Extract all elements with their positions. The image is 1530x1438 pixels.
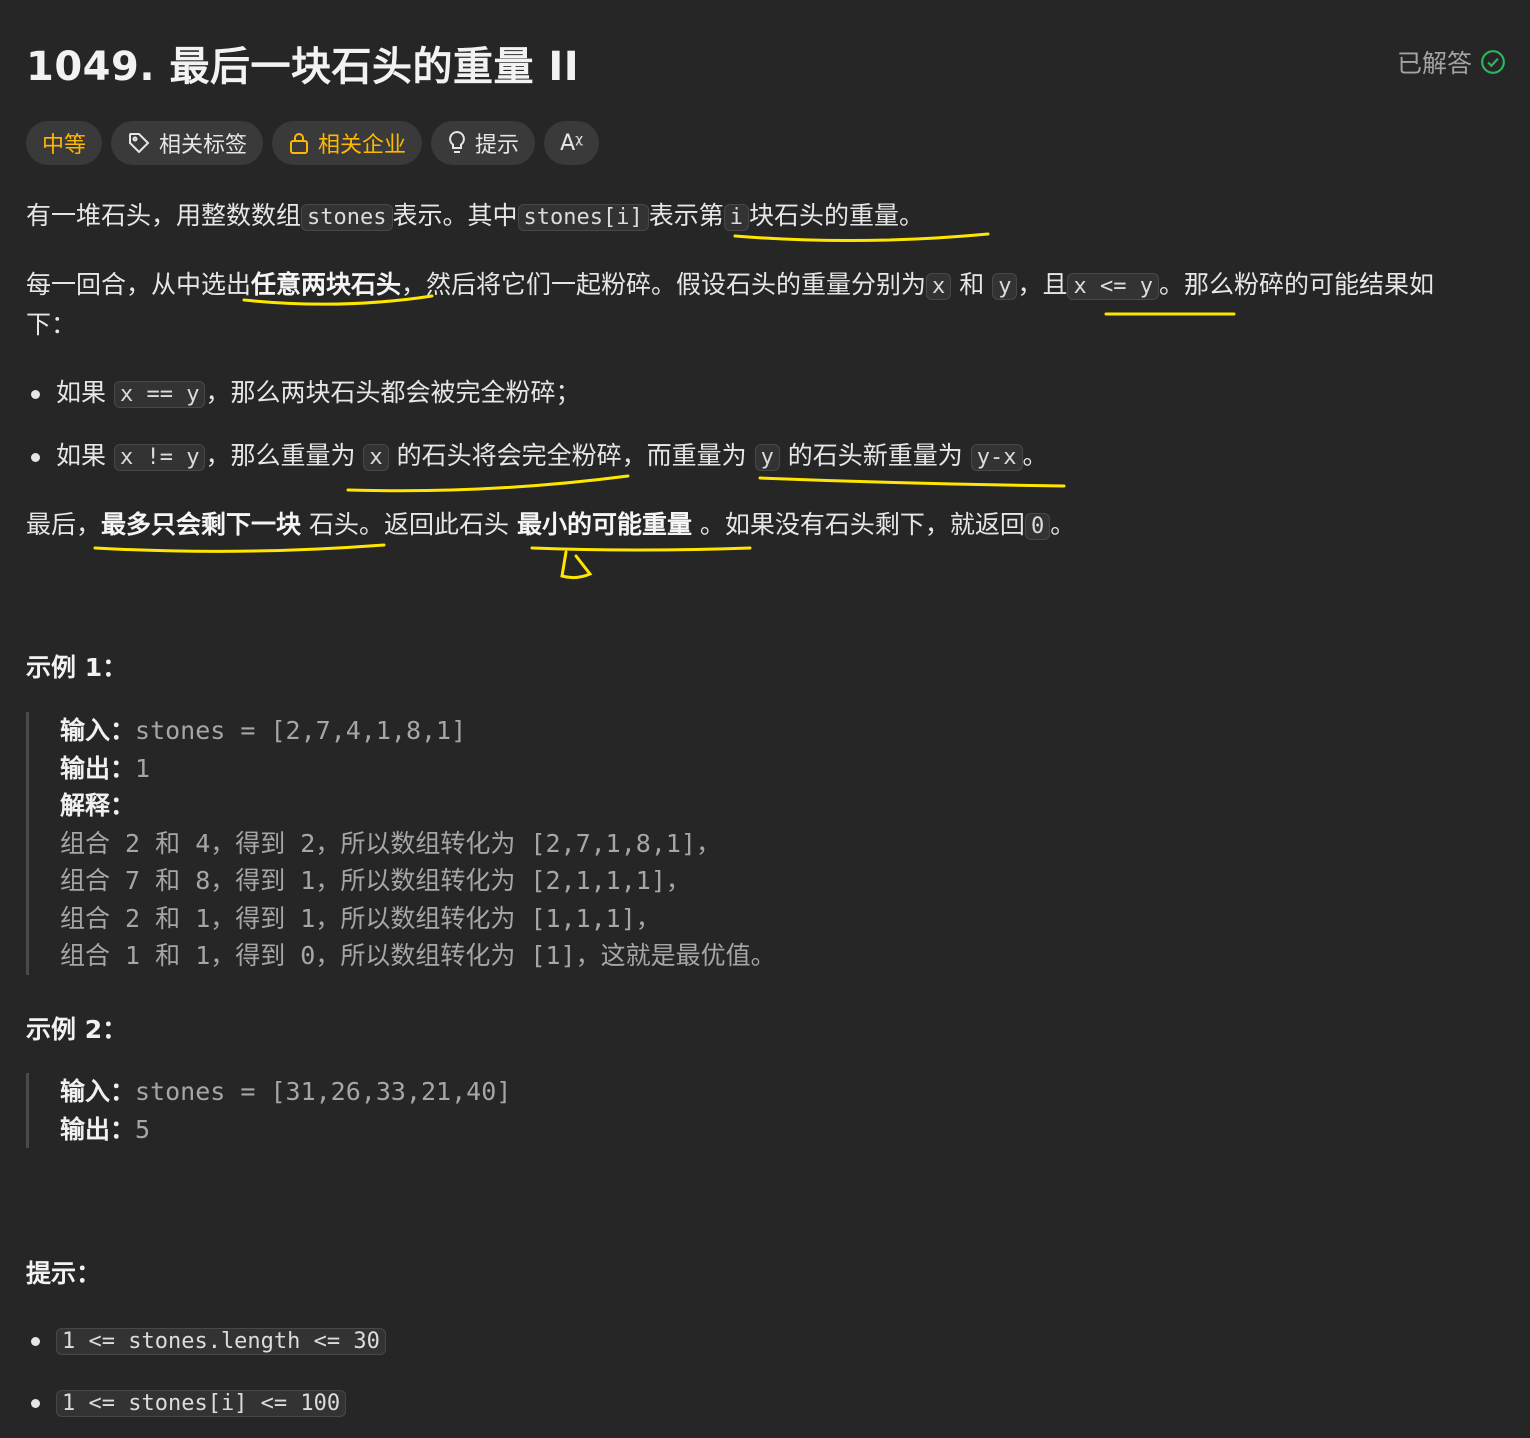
inline-code: y <box>992 273 1018 300</box>
underline-annotation <box>346 474 630 493</box>
underline-annotation <box>530 546 752 552</box>
example-1-heading: 示例 1： <box>26 653 128 682</box>
example-2-heading: 示例 2： <box>26 1015 128 1044</box>
rules-list: 如果 x == y ，那么两块石头都会被完全粉碎； <box>26 374 580 414</box>
inline-code: x <box>926 273 952 300</box>
constraints-list: 1 <= stones[i] <= 100 <box>26 1383 347 1423</box>
lock-icon <box>290 133 309 154</box>
inline-code: x <box>363 444 389 471</box>
translate-chip[interactable]: Aᵡ <box>544 121 600 165</box>
lightbulb-icon <box>449 130 465 153</box>
inline-code: y-x <box>970 444 1023 471</box>
translate-icon: Aᵡ <box>560 130 584 156</box>
inline-code: x != y <box>113 444 206 471</box>
companies-chip[interactable]: 相关企业 <box>272 121 423 165</box>
hints-chip[interactable]: 提示 <box>431 121 536 165</box>
problem-number: 1049. <box>26 44 156 90</box>
example-1-block: 输入：stones = [2,7,4,1,8,1] 输出：1 解释： 组合 2 和 4… <box>26 712 776 975</box>
list-item: 如果 x != y ，那么重量为 x 的石头将会完全粉碎，而重量为 y 的石头新重… <box>26 437 1048 477</box>
inline-code: stones <box>301 204 393 231</box>
list-item: 1 <= stones.length <= 30 <box>26 1321 386 1361</box>
rules-list: 如果 x != y ，那么重量为 x 的石头将会完全粉碎，而重量为 y 的石头新重… <box>26 437 1048 477</box>
underline-annotation <box>758 476 1066 488</box>
inline-code: y <box>754 444 780 471</box>
example-2-block: 输入：stones = [31,26,33,21,40] 输出：5 <box>26 1073 511 1148</box>
constraints-heading: 提示： <box>26 1259 102 1288</box>
problem-title: 1049. 最后一块石头的重量 II <box>26 34 579 92</box>
constraints-list: 1 <= stones.length <= 30 <box>26 1321 386 1361</box>
inline-code: i <box>723 204 749 231</box>
inline-code: x == y <box>113 381 206 408</box>
description-paragraph-1: 有一堆石头，用整数数组 stones 表示。其中 stones[i] 表示第 i 块石头的重… <box>26 201 925 231</box>
difficulty-chip[interactable]: 中等 <box>26 121 103 165</box>
problem-name: 最后一块石头的重量 II <box>169 44 580 90</box>
inline-code: x <= y <box>1067 273 1159 300</box>
chip-bar: 中等 相关标签 相关企业 提示 Aᵡ <box>26 121 600 165</box>
solved-label: 已解答 <box>1396 49 1472 78</box>
inline-code: 0 <box>1024 513 1051 540</box>
check-circle-icon <box>1481 50 1505 74</box>
tag-icon <box>129 133 150 154</box>
description-paragraph-2: 每一回合，从中选出任意两块石头，然后将它们一起粉碎。假设石头的重量分别为 x 和 … <box>26 270 1434 339</box>
description-paragraph-3: 最后，最多只会剩下一块 石头。返回此石头 最小的可能重量 。如果没有石头剩下，就… <box>26 510 1076 540</box>
tags-chip[interactable]: 相关标签 <box>111 121 264 165</box>
inline-code: stones[i] <box>517 204 649 231</box>
caret-annotation <box>560 550 593 580</box>
list-item: 1 <= stones[i] <= 100 <box>26 1383 347 1423</box>
list-item: 如果 x == y ，那么两块石头都会被完全粉碎； <box>26 374 580 414</box>
solved-status: 已解答 <box>1397 44 1506 80</box>
